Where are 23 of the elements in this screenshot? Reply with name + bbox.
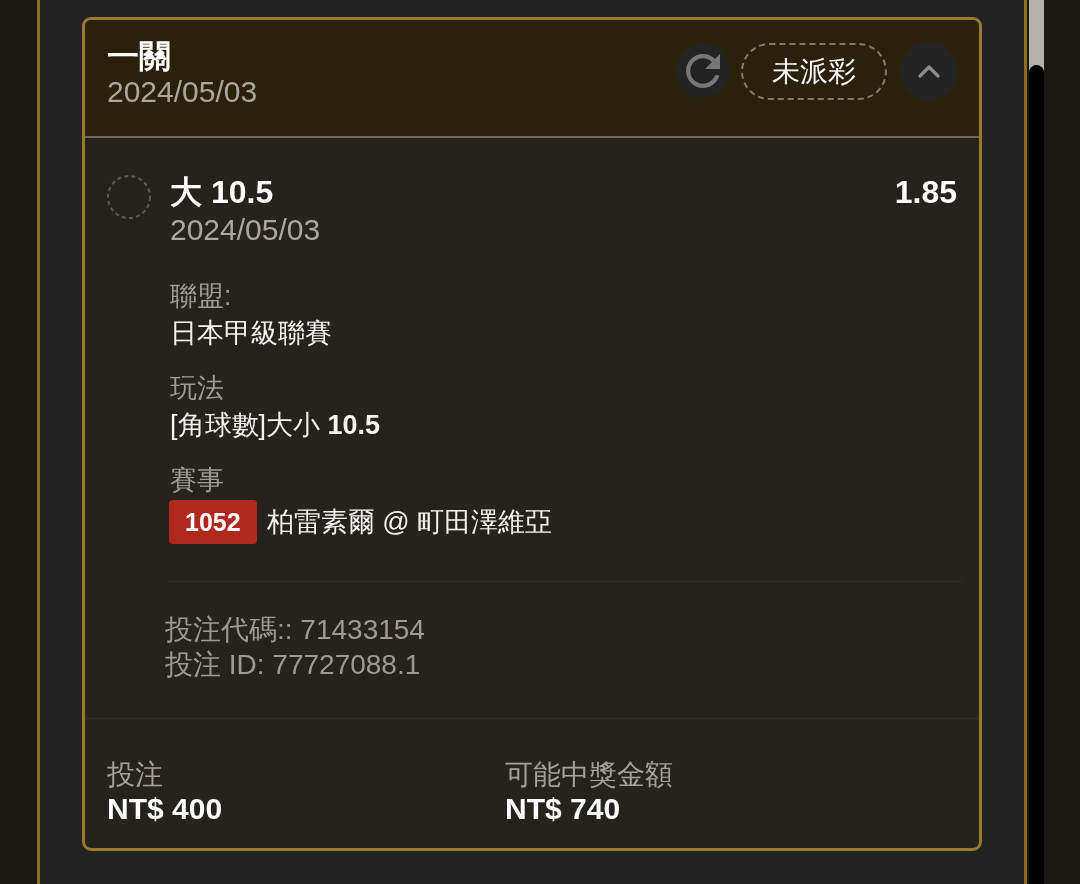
bet-date: 2024/05/03 bbox=[107, 74, 258, 110]
bet-reference-text: 投注 ID: 77727088.1 bbox=[165, 648, 422, 682]
selection-name: 大 10.5 bbox=[170, 173, 275, 212]
match-teams: 柏雷素爾 @ 町田澤維亞 bbox=[266, 505, 553, 539]
detail-label: 聯盟: bbox=[170, 280, 233, 313]
refresh-button[interactable] bbox=[676, 44, 730, 98]
bet-reference-text: 投注代碼:: 71433154 bbox=[165, 613, 426, 647]
status-badge: 未派彩 bbox=[741, 42, 887, 100]
detail-value: 日本甲級聯賽 bbox=[170, 317, 333, 350]
detail-label: 玩法 bbox=[170, 372, 225, 405]
event-date: 2024/05/03 bbox=[170, 212, 322, 248]
match-number-badge: 1052 bbox=[169, 500, 257, 544]
total-amount: NT$ 400 bbox=[107, 792, 224, 826]
detail-label: 賽事 bbox=[170, 464, 225, 497]
dashed-circle-icon bbox=[107, 175, 151, 219]
chevron-up-icon bbox=[918, 63, 940, 79]
total-label: 可能中獎金額 bbox=[505, 758, 674, 792]
bet-type-title: 一關 bbox=[107, 38, 172, 74]
odds-value: 1.85 bbox=[894, 173, 957, 212]
total-amount: NT$ 740 bbox=[505, 792, 622, 826]
refresh-icon bbox=[686, 54, 720, 88]
detail-value: [角球數]大小 10.5 bbox=[170, 409, 382, 442]
total-label: 投注 bbox=[107, 758, 164, 792]
